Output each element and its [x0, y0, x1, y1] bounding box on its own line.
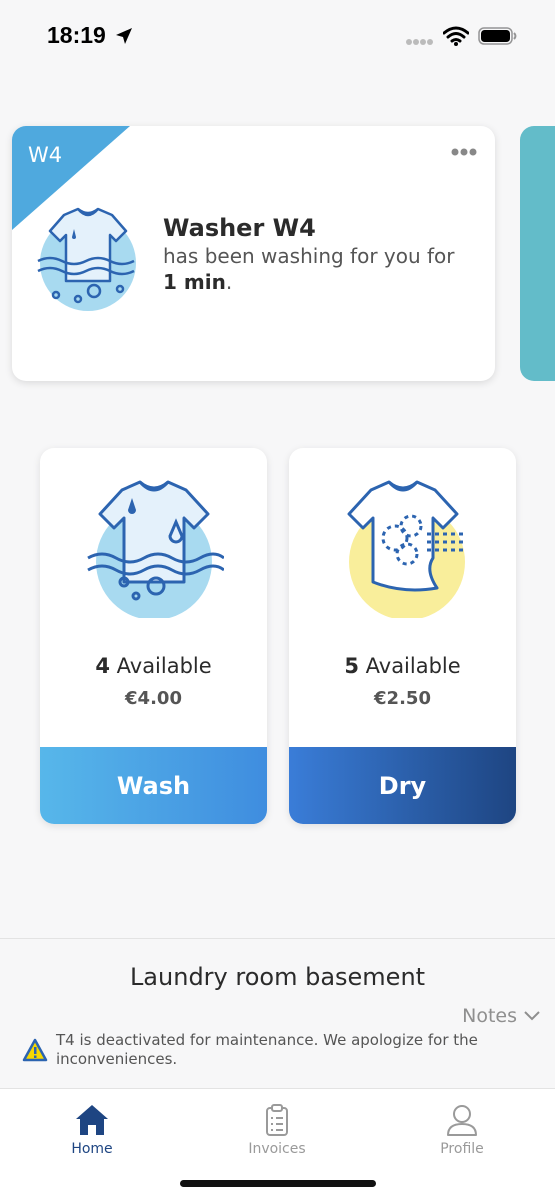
- notes-label: Notes: [462, 1005, 517, 1027]
- status-bar: 18:19: [0, 0, 555, 72]
- maintenance-notice-text: T4 is deactivated for maintenance. We ap…: [56, 1031, 478, 1068]
- tab-invoices-label: Invoices: [248, 1141, 306, 1157]
- tab-home[interactable]: Home: [32, 1103, 152, 1157]
- active-session-title: Washer W4: [163, 214, 316, 242]
- tab-invoices[interactable]: Invoices: [217, 1103, 337, 1157]
- active-session-subtitle: has been washing for you for: [163, 244, 455, 268]
- dry-card: 5 Available €2.50 Dry: [289, 448, 516, 824]
- drying-shirt-icon: [347, 480, 467, 618]
- status-time: 18:19: [47, 22, 106, 48]
- wash-button[interactable]: Wash: [40, 747, 267, 824]
- tab-profile[interactable]: Profile: [402, 1103, 522, 1157]
- tab-home-label: Home: [71, 1141, 113, 1157]
- profile-icon: [447, 1105, 477, 1136]
- active-session-period: .: [225, 270, 233, 294]
- dry-price: €2.50: [374, 688, 431, 709]
- notes-toggle[interactable]: Notes: [462, 1005, 541, 1027]
- wash-card: 4 Available €4.00 Wash: [40, 448, 267, 824]
- dry-available-label: Available: [365, 654, 461, 678]
- maintenance-notice: T4 is deactivated for maintenance. We ap…: [22, 1031, 522, 1069]
- machine-badge: W4: [28, 143, 63, 167]
- chevron-down-icon: [524, 1011, 540, 1021]
- invoices-icon: [266, 1104, 288, 1136]
- active-session-info: Washer W4 has been washing for you for 1…: [163, 213, 483, 294]
- location-arrow-icon: [116, 28, 132, 44]
- home-indicator: [180, 1180, 376, 1187]
- active-session-duration: 1 min: [163, 270, 226, 294]
- wifi-icon: [443, 26, 469, 46]
- battery-icon: [478, 27, 517, 45]
- dry-availability: 5 Available: [289, 654, 516, 678]
- wash-availability: 4 Available: [40, 654, 267, 678]
- home-icon: [76, 1105, 108, 1135]
- active-session-card[interactable]: W4 Washer W4 has been washing for you fo…: [12, 126, 495, 381]
- dry-button[interactable]: Dry: [289, 747, 516, 824]
- dry-available-count: 5: [344, 654, 359, 678]
- room-info-panel: Laundry room basement Notes T4 is deacti…: [0, 938, 555, 1088]
- wash-price: €4.00: [125, 688, 182, 709]
- cellular-signal-icon: [406, 39, 433, 45]
- washing-shirt-icon: [37, 207, 136, 311]
- tab-profile-label: Profile: [440, 1141, 484, 1157]
- warning-icon: [22, 1038, 48, 1062]
- next-session-card[interactable]: [520, 126, 555, 381]
- more-options-icon[interactable]: [451, 148, 477, 156]
- wash-available-count: 4: [95, 654, 110, 678]
- wash-available-label: Available: [116, 654, 212, 678]
- washing-shirt-icon: [87, 480, 224, 618]
- room-title: Laundry room basement: [129, 963, 426, 991]
